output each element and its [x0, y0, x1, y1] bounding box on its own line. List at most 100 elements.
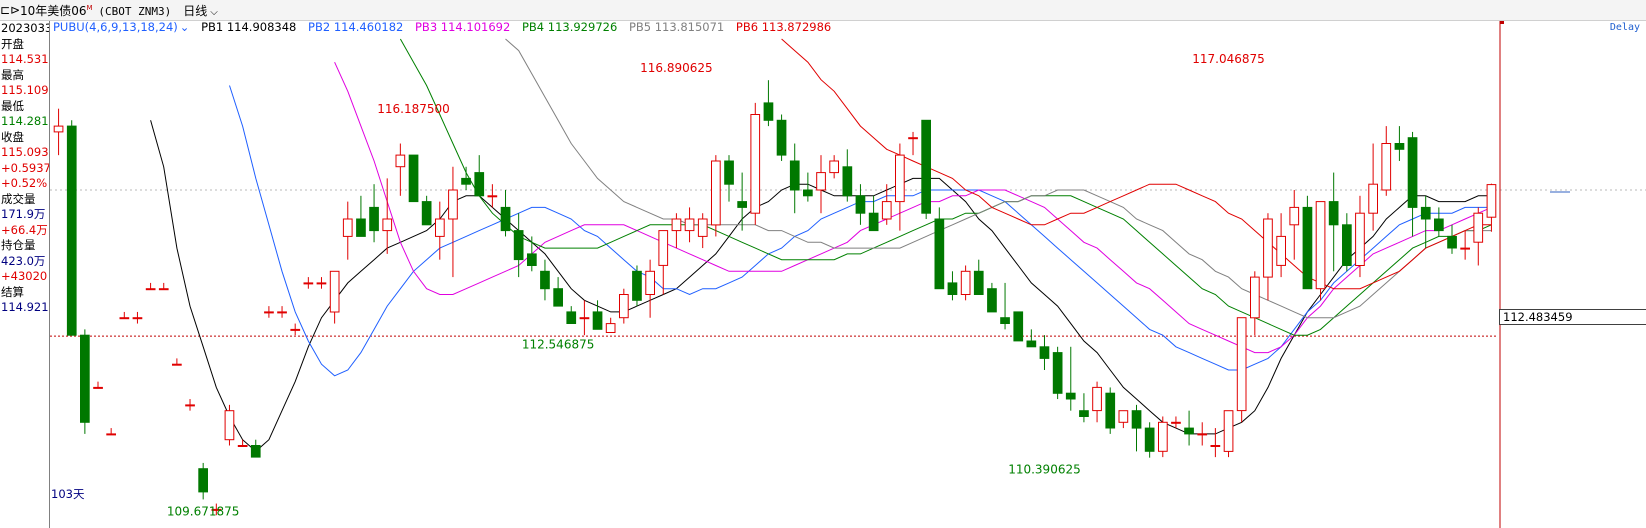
candle-down	[1447, 235, 1457, 249]
candle-up	[1118, 410, 1129, 423]
candle-up	[1473, 212, 1484, 243]
candle-up	[1236, 317, 1247, 412]
close-label: 收盘	[1, 129, 24, 144]
candle-down	[1105, 392, 1116, 429]
candle-down	[513, 230, 524, 261]
candle-down	[1434, 218, 1444, 232]
candle-up	[697, 218, 708, 237]
candle-down	[198, 468, 209, 493]
candle-up	[395, 154, 406, 168]
legend-pb2: PB2 114.460182	[308, 20, 404, 34]
candle-up	[579, 317, 590, 320]
candle-up	[106, 433, 116, 436]
candle-up	[1355, 212, 1365, 266]
candle-up	[1223, 410, 1234, 452]
candle-up	[711, 160, 721, 226]
candle-up	[1250, 276, 1260, 319]
instrument-code: (CBOT ZNM3)	[98, 4, 172, 18]
settle-label: 结算	[1, 284, 24, 299]
candle-up	[132, 317, 143, 320]
candle-down	[540, 270, 550, 290]
extreme-label: 117.046875	[1192, 52, 1265, 66]
candle-down	[500, 206, 511, 232]
settle-value: 114.9218	[1, 300, 49, 314]
candle-up	[619, 294, 629, 319]
open-interest-label: 持仓量	[1, 238, 36, 252]
candle-down	[1394, 143, 1405, 150]
candle-down	[934, 218, 945, 290]
open-value: 114.531	[1, 52, 49, 66]
candle-up	[816, 172, 826, 191]
candle-up	[185, 404, 195, 407]
candle-down	[855, 195, 866, 214]
candle-up	[290, 328, 301, 331]
indicator-name[interactable]: PUBU(4,6,9,13,18,24)	[53, 20, 178, 34]
candle-down	[1013, 311, 1024, 342]
low-label: 最低	[1, 98, 24, 113]
open-interest-change-value: +43020	[1, 269, 48, 283]
chevron-down-icon: ⌄	[179, 20, 190, 34]
candle-up	[895, 154, 905, 203]
candle-up	[1276, 235, 1287, 266]
back-icon[interactable]: ⊏⊳	[0, 3, 20, 17]
candle-up	[119, 317, 130, 320]
delay-indicator: Delay	[1609, 22, 1640, 33]
candle-up	[382, 218, 393, 232]
candle-up	[1092, 386, 1102, 412]
candle-down	[724, 160, 734, 185]
candle-up	[435, 218, 445, 237]
candle-down	[461, 177, 471, 185]
candle-down	[763, 102, 774, 121]
candle-down	[1302, 206, 1313, 290]
candle-down	[592, 311, 603, 330]
candle-down	[1407, 137, 1418, 208]
volume-label: 成交量	[1, 191, 36, 206]
extreme-label: 110.390625	[1008, 463, 1081, 477]
chevron-down-icon: ⌵	[210, 6, 218, 18]
candle-up	[53, 125, 64, 133]
instrument-name: 10年美债06	[20, 3, 87, 18]
change-pct-value: +0.52%	[1, 176, 48, 190]
extreme-label: 116.187500	[377, 102, 450, 116]
candle-up	[303, 282, 314, 285]
candle-down	[66, 125, 77, 336]
candle-up	[829, 160, 839, 174]
candle-up	[1315, 201, 1326, 290]
candle-down	[737, 201, 747, 208]
extreme-label: 109.671875	[167, 504, 240, 518]
candle-down	[1079, 410, 1089, 418]
candle-up	[1197, 433, 1208, 436]
candle-down	[776, 119, 787, 156]
candle-down	[1026, 340, 1037, 348]
candle-up	[145, 288, 156, 291]
period-label: 日线	[183, 3, 208, 18]
candle-up	[908, 137, 918, 140]
candle-down	[789, 160, 800, 191]
period-selector[interactable]: 日线 ⌵	[183, 2, 218, 19]
candlestick-chart[interactable]: 116.187500 116.890625 112.546875 109.671875…	[50, 21, 1646, 528]
candle-up	[750, 114, 761, 214]
candle-down	[842, 166, 853, 197]
change-value: +0.5937	[1, 160, 49, 175]
candle-up	[1158, 421, 1168, 452]
candle-up	[1381, 143, 1392, 191]
legend-pb1: PB1 114.908348	[201, 20, 297, 34]
candle-up	[1289, 206, 1300, 226]
high-label: 最高	[1, 67, 24, 82]
candle-up	[605, 323, 616, 334]
candle-down	[566, 311, 577, 324]
candle-up	[329, 270, 340, 313]
candle-down	[1342, 224, 1352, 267]
candle-down	[356, 218, 366, 237]
candle-down	[369, 206, 379, 232]
instrument-month-flag: M	[86, 3, 93, 12]
candle-up	[671, 218, 682, 232]
candle-up	[1368, 183, 1379, 214]
days-count: 103天	[51, 487, 85, 501]
candle-up	[487, 195, 498, 198]
cursor-price-label: 112.483459	[1499, 309, 1646, 325]
candle-down	[1420, 206, 1431, 220]
cursor-top-marker	[1500, 21, 1504, 24]
instrument-title: 10年美债06M (CBOT ZNM3)	[20, 2, 171, 19]
candle-up	[1210, 445, 1221, 447]
